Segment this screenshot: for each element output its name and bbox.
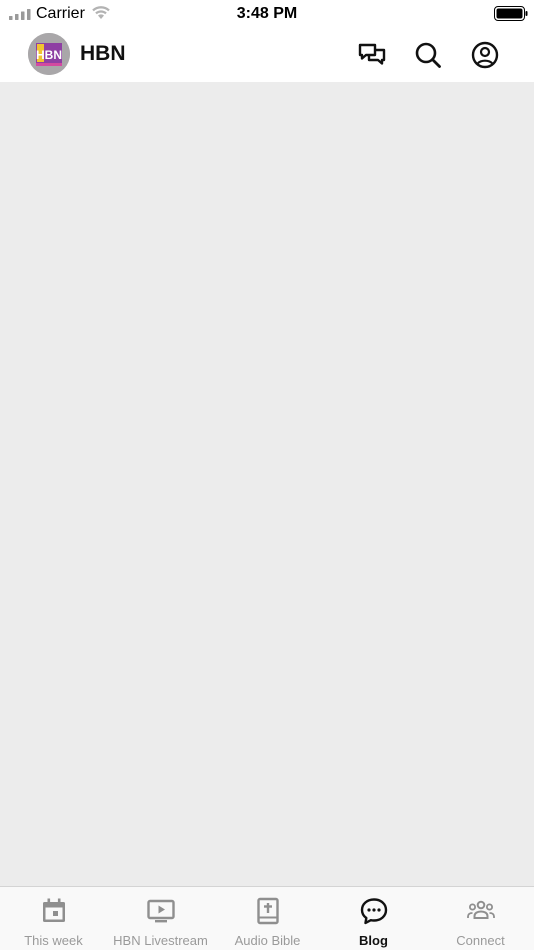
hbn-logo-icon: HBN — [28, 33, 70, 75]
tab-blog[interactable]: Blog — [320, 887, 427, 951]
chat-icon[interactable] — [357, 40, 387, 70]
blog-chat-icon — [360, 898, 387, 925]
group-icon — [466, 900, 495, 919]
status-bar: Carrier 3:48 PM — [0, 0, 534, 28]
tab-connect[interactable]: Connect — [427, 887, 534, 951]
tab-hbn-livestream[interactable]: HBN Livestream — [107, 887, 214, 951]
tab-label: Blog — [359, 933, 388, 948]
calendar-icon — [42, 898, 65, 922]
tab-audio-bible[interactable]: Audio Bible — [214, 887, 321, 951]
tv-play-icon — [146, 899, 175, 923]
app-header: HBN HBN — [0, 28, 534, 82]
status-time: 3:48 PM — [236, 5, 298, 22]
battery-icon — [494, 6, 528, 21]
profile-icon[interactable] — [470, 40, 500, 70]
main-content — [0, 82, 534, 886]
tab-bar: This week HBN Livestream Audio Bible Blo… — [0, 886, 534, 950]
app-title: HBN — [80, 42, 126, 65]
tab-label: Audio Bible — [234, 933, 301, 948]
bible-icon — [256, 897, 279, 925]
app-logo[interactable]: HBN — [28, 33, 70, 75]
tab-label: HBN Livestream — [113, 933, 208, 948]
search-icon[interactable] — [413, 40, 443, 70]
logo-text: HBN — [36, 48, 62, 62]
tab-this-week[interactable]: This week — [0, 887, 107, 951]
tab-label: Connect — [456, 933, 505, 948]
tab-label: This week — [24, 933, 83, 948]
